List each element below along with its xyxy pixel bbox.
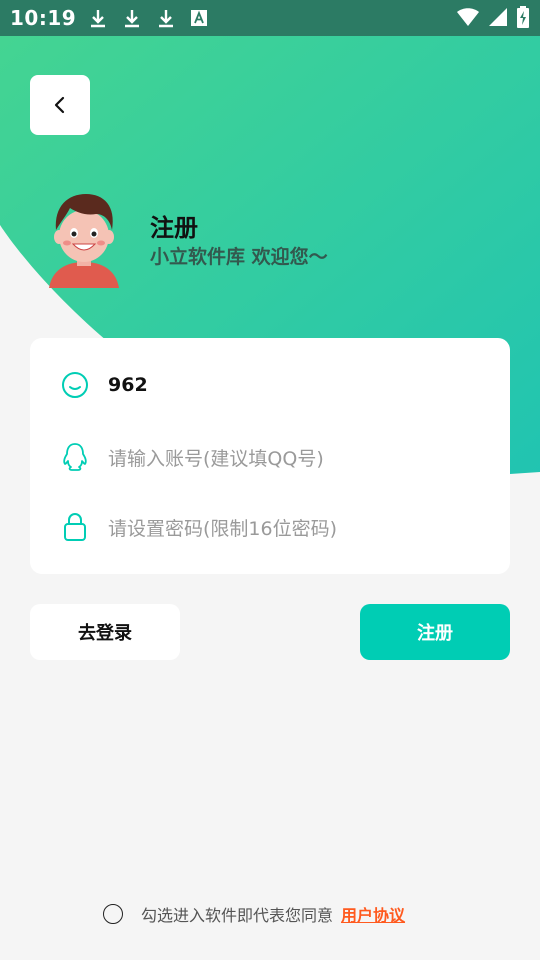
download-icon <box>125 10 140 28</box>
register-button[interactable]: 注册 <box>360 604 510 660</box>
signal-icon <box>489 8 507 26</box>
register-form: 962 请输入账号(建议填QQ号) 请设置密码(限制16位密码) <box>30 338 510 574</box>
avatar <box>49 194 119 288</box>
download-icon <box>91 10 106 28</box>
login-button[interactable]: 去登录 <box>30 604 180 660</box>
password-placeholder[interactable]: 请设置密码(限制16位密码) <box>108 514 337 541</box>
account-field[interactable]: 请输入账号(建议填QQ号) <box>60 442 324 472</box>
agreement-row: 勾选进入软件即代表您同意 用户协议 <box>103 902 405 926</box>
wifi-icon <box>457 8 479 26</box>
password-field[interactable]: 请设置密码(限制16位密码) <box>60 512 337 542</box>
status-bar: 10:19 <box>0 0 540 36</box>
back-button[interactable] <box>30 75 90 135</box>
account-placeholder[interactable]: 请输入账号(建议填QQ号) <box>108 444 324 471</box>
font-app-icon <box>191 10 208 26</box>
page-subtitle: 小立软件库 欢迎您～ <box>150 246 328 268</box>
battery-icon <box>517 6 529 28</box>
chevron-left-icon <box>54 96 65 114</box>
agreement-checkbox[interactable] <box>103 904 123 924</box>
download-icon <box>159 10 174 28</box>
qq-icon <box>60 442 90 472</box>
username-value[interactable]: 962 <box>108 374 148 396</box>
smile-icon <box>60 370 90 400</box>
lock-icon <box>60 512 90 542</box>
username-field[interactable]: 962 <box>60 370 148 400</box>
status-time: 10:19 <box>10 6 77 30</box>
agreement-text: 勾选进入软件即代表您同意 <box>141 906 334 925</box>
user-agreement-link[interactable]: 用户协议 <box>341 902 405 926</box>
page-title: 注册 <box>150 214 198 242</box>
